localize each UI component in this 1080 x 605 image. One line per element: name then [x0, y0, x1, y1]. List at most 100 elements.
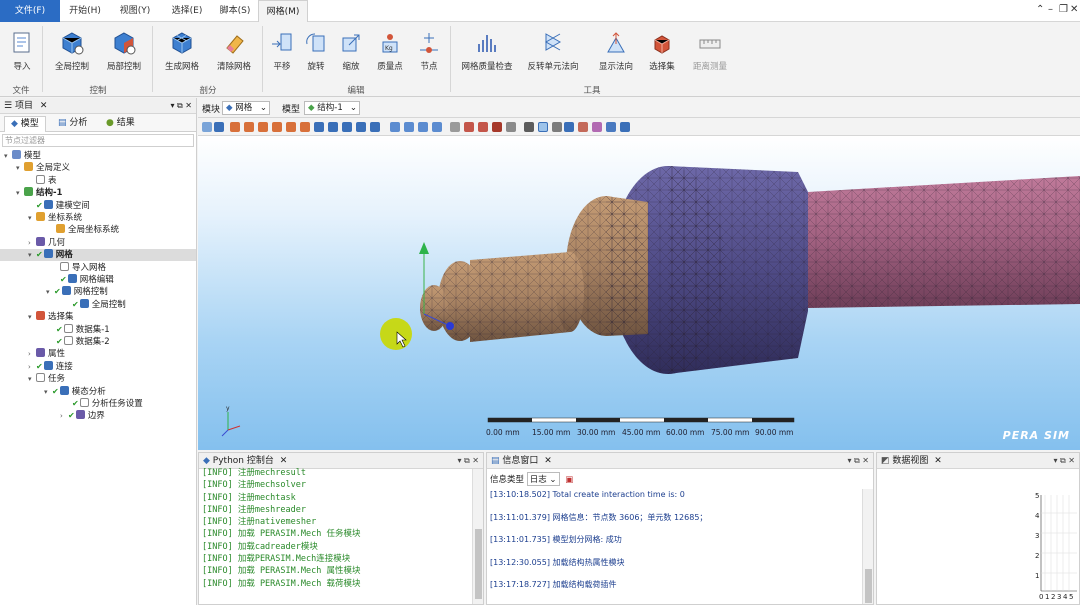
view-icon[interactable]	[300, 122, 310, 132]
render-icon[interactable]	[464, 122, 474, 132]
global-control-button[interactable]: 全局控制	[44, 28, 100, 78]
tree-item-mesh[interactable]: ▾ ✔ 网格	[0, 249, 196, 262]
close-icon[interactable]: ✕	[1070, 4, 1078, 15]
menu-tab-view[interactable]: 视图(Y)	[110, 0, 160, 22]
panel-controls-icon[interactable]: ▾ ⧉ ✕	[1053, 453, 1075, 469]
node-filter-input[interactable]: 节点过滤器	[2, 134, 194, 147]
window-icon[interactable]	[390, 122, 400, 132]
model-select[interactable]: ◆ 结构-1 ⌄	[304, 101, 360, 115]
menu-tab-start[interactable]: 开始(H)	[62, 0, 108, 22]
expand-icon[interactable]: ▾	[28, 311, 36, 323]
render-icon[interactable]	[478, 122, 488, 132]
filter-icon[interactable]	[606, 122, 616, 132]
window-icon[interactable]	[418, 122, 428, 132]
node-button[interactable]: 节点	[401, 28, 457, 78]
info-type-select[interactable]: 日志 ⌄	[526, 472, 560, 486]
filter-icon[interactable]	[564, 122, 574, 132]
filter-icon[interactable]	[620, 122, 630, 132]
collapse-ribbon-icon[interactable]: ⌃	[1036, 4, 1044, 15]
zoom-icon[interactable]	[342, 122, 352, 132]
mesh-quality-check-button[interactable]: 网格质量检查	[458, 28, 516, 78]
tree-item-global-definition[interactable]: ▾ 全局定义	[16, 162, 70, 174]
tree-item-model[interactable]: ▾ 模型	[4, 150, 41, 162]
render-icon[interactable]	[450, 122, 460, 132]
fit-icon[interactable]	[370, 122, 380, 132]
tab-analysis[interactable]: ▤ 分析	[52, 116, 93, 132]
python-console-output[interactable]: [INFO] 注册mechresult [INFO] 注册mechsolver …	[199, 467, 471, 604]
close-tab-icon[interactable]: ✕	[544, 456, 552, 466]
x-axis-handle[interactable]	[446, 322, 454, 330]
close-tab-icon[interactable]: ✕	[40, 101, 48, 111]
tree-item-boundary[interactable]: › ✔ 边界	[60, 410, 105, 422]
tab-model[interactable]: ◆ 模型	[4, 116, 46, 132]
view-icon[interactable]	[258, 122, 268, 132]
expand-icon[interactable]: ›	[60, 410, 68, 422]
expand-icon[interactable]: ▾	[4, 150, 12, 162]
panel-controls-icon[interactable]: ▾ ⧉ ✕	[170, 98, 192, 114]
filter-icon[interactable]	[592, 122, 602, 132]
tree-item-task[interactable]: ▾ 任务	[28, 373, 65, 385]
tree-item-global-coordinate-system[interactable]: 全局坐标系统	[56, 224, 119, 236]
tree-item-connection[interactable]: › ✔ 连接	[28, 360, 73, 373]
clear-log-icon[interactable]: ▣	[565, 475, 573, 485]
expand-icon[interactable]: ▾	[28, 249, 36, 261]
generate-mesh-button[interactable]: 生成网格	[154, 28, 210, 78]
expand-icon[interactable]: ▾	[16, 162, 24, 174]
rotate-view-icon[interactable]	[314, 122, 324, 132]
render-icon[interactable]	[506, 122, 516, 132]
reverse-normal-button[interactable]: 反转单元法向	[525, 28, 581, 78]
window-icon[interactable]	[432, 122, 442, 132]
tree-item-mesh-edit[interactable]: ✔ 网格编辑	[60, 274, 114, 286]
filter-icon[interactable]	[578, 122, 588, 132]
info-scrollbar[interactable]	[862, 489, 873, 604]
distance-measure-button[interactable]: 距离测量	[682, 28, 738, 78]
tree-item-structure-1[interactable]: ▾ 结构-1	[16, 187, 62, 199]
menu-tab-script[interactable]: 脚本(S)	[212, 0, 258, 22]
menu-tab-select[interactable]: 选择(E)	[162, 0, 212, 22]
view-icon[interactable]	[214, 122, 224, 132]
zoom-icon[interactable]	[356, 122, 366, 132]
menu-tab-mesh[interactable]: 网格(M)	[258, 0, 308, 23]
module-select[interactable]: ◆ 网格 ⌄	[222, 101, 270, 115]
render-icon[interactable]	[492, 122, 502, 132]
tree-item-property[interactable]: › 属性	[28, 348, 65, 360]
tree-item-selection-set[interactable]: ▾ 选择集	[28, 311, 74, 323]
scrollbar-thumb[interactable]	[865, 569, 872, 603]
close-tab-icon[interactable]: ✕	[934, 456, 942, 466]
view-icon[interactable]	[244, 122, 254, 132]
info-log[interactable]: [13:10:18.502] Total create interaction …	[490, 489, 861, 602]
select-icon[interactable]	[552, 122, 562, 132]
view-icon[interactable]	[286, 122, 296, 132]
3d-viewport[interactable]: y 0.00 mm 15.00 mm 30.00 mm 45.00 mm 60.…	[198, 136, 1080, 450]
python-console-scrollbar[interactable]	[472, 469, 483, 604]
restore-icon[interactable]: ❐	[1059, 4, 1068, 15]
expand-icon[interactable]: ▾	[16, 187, 24, 199]
expand-icon[interactable]: ▾	[28, 373, 36, 385]
close-tab-icon[interactable]: ✕	[280, 456, 288, 466]
window-icon[interactable]	[404, 122, 414, 132]
tree-item-mesh-control[interactable]: ▾ ✔ 网格控制	[46, 286, 108, 298]
select-icon[interactable]	[538, 122, 548, 132]
expand-icon[interactable]: ›	[28, 348, 36, 360]
expand-icon[interactable]: ›	[28, 237, 36, 249]
menu-file[interactable]: 文件(F)	[0, 0, 60, 22]
arrow-up-icon[interactable]	[419, 242, 429, 254]
tree-item-global-control[interactable]: ✔ 全局控制	[72, 298, 126, 311]
expand-icon[interactable]: ›	[28, 361, 36, 373]
pan-icon[interactable]	[328, 122, 338, 132]
view-icon[interactable]	[202, 122, 212, 132]
expand-icon[interactable]: ▾	[28, 212, 36, 224]
tree-item-analysis-settings[interactable]: ✔ 分析任务设置	[72, 398, 143, 410]
expand-icon[interactable]: ▾	[46, 286, 54, 298]
view-icon[interactable]	[230, 122, 240, 132]
tree-item-dataset-1[interactable]: ✔ 数据集-1	[56, 323, 110, 336]
view-icon[interactable]	[272, 122, 282, 132]
tree-item-modal-analysis[interactable]: ▾ ✔ 模态分析	[44, 385, 106, 398]
panel-controls-icon[interactable]: ▾ ⧉ ✕	[847, 453, 869, 469]
scrollbar-thumb[interactable]	[475, 529, 482, 599]
select-icon[interactable]	[524, 122, 534, 132]
tree-item-dataset-2[interactable]: ✔ 数据集-2	[56, 336, 110, 348]
tree-item-import-mesh[interactable]: 导入网格	[60, 261, 106, 274]
tree-item-geometry[interactable]: › 几何	[28, 236, 65, 249]
minimize-icon[interactable]: –	[1048, 4, 1053, 15]
